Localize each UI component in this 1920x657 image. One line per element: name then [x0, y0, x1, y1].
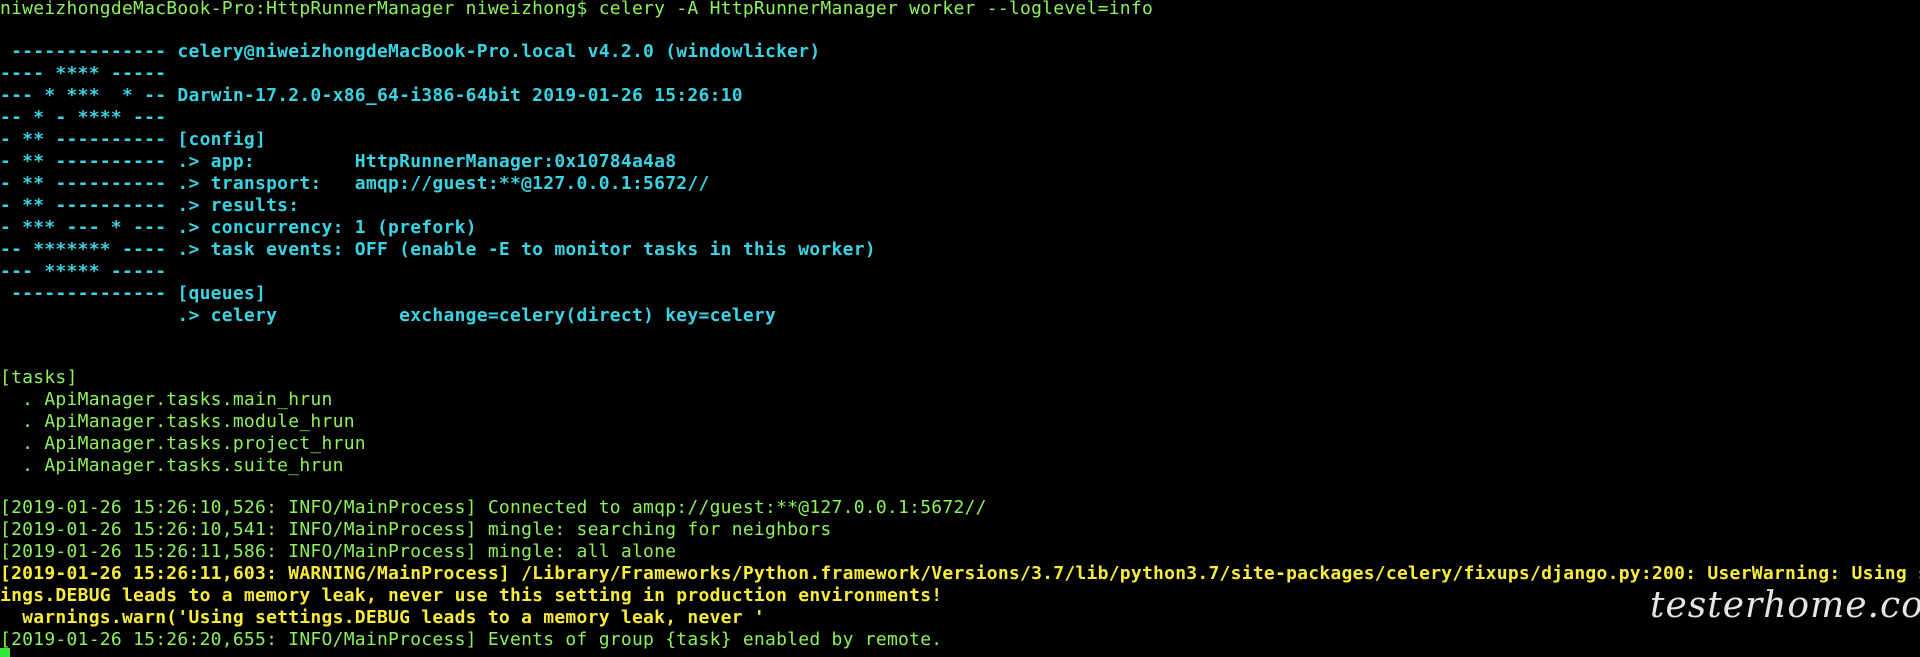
log-info-line: [2019-01-26 15:26:11,586: INFO/MainProce… [0, 541, 677, 562]
celery-banner-line: ---- **** ----- [0, 63, 167, 84]
celery-banner-line: -------------- celery@niweizhongdeMacBoo… [0, 41, 821, 62]
task-item-line: . ApiManager.tasks.project_hrun [0, 433, 366, 454]
config-concurrency-line: - *** --- * --- .> concurrency: 1 (prefo… [0, 217, 477, 238]
log-warning-line: [2019-01-26 15:26:11,603: WARNING/MainPr… [0, 563, 1920, 584]
log-warning-continuation-line: ings.DEBUG leads to a memory leak, never… [0, 585, 943, 606]
config-results-line: - ** ---------- .> results: [0, 195, 300, 216]
config-task-events-line: -- ******* ---- .> task events: OFF (ena… [0, 239, 876, 260]
terminal-cursor [0, 648, 10, 657]
log-warning-continuation-line: warnings.warn('Using settings.DEBUG lead… [0, 607, 765, 628]
config-transport-line: - ** ---------- .> transport: amqp://gue… [0, 173, 710, 194]
config-app-line: - ** ---------- .> app: HttpRunnerManage… [0, 151, 677, 172]
command-line: niweizhongdeMacBook-Pro:HttpRunnerManage… [0, 0, 1154, 19]
log-info-line: [2019-01-26 15:26:10,541: INFO/MainProce… [0, 519, 832, 540]
task-item-line: . ApiManager.tasks.main_hrun [0, 389, 333, 410]
task-item-line: . ApiManager.tasks.module_hrun [0, 411, 355, 432]
queue-celery-line: .> celery exchange=celery(direct) key=ce… [0, 305, 777, 326]
terminal-window[interactable]: niweizhongdeMacBook-Pro:HttpRunnerManage… [0, 0, 1920, 657]
watermark-logo: testerhome.com [1650, 585, 1920, 626]
task-item-line: . ApiManager.tasks.suite_hrun [0, 455, 344, 476]
log-info-line: [2019-01-26 15:26:20,655: INFO/MainProce… [0, 629, 943, 650]
config-header-line: - ** ---------- [config] [0, 129, 267, 150]
celery-banner-line: --- * *** * -- Darwin-17.2.0-x86_64-i386… [0, 85, 743, 106]
queues-header-line: -------------- [queues] [0, 283, 267, 304]
celery-banner-line: --- ***** ----- [0, 261, 167, 282]
tasks-header-line: [tasks] [0, 367, 78, 388]
celery-banner-line: -- * - **** --- [0, 107, 167, 128]
log-info-line: [2019-01-26 15:26:10,526: INFO/MainProce… [0, 497, 987, 518]
